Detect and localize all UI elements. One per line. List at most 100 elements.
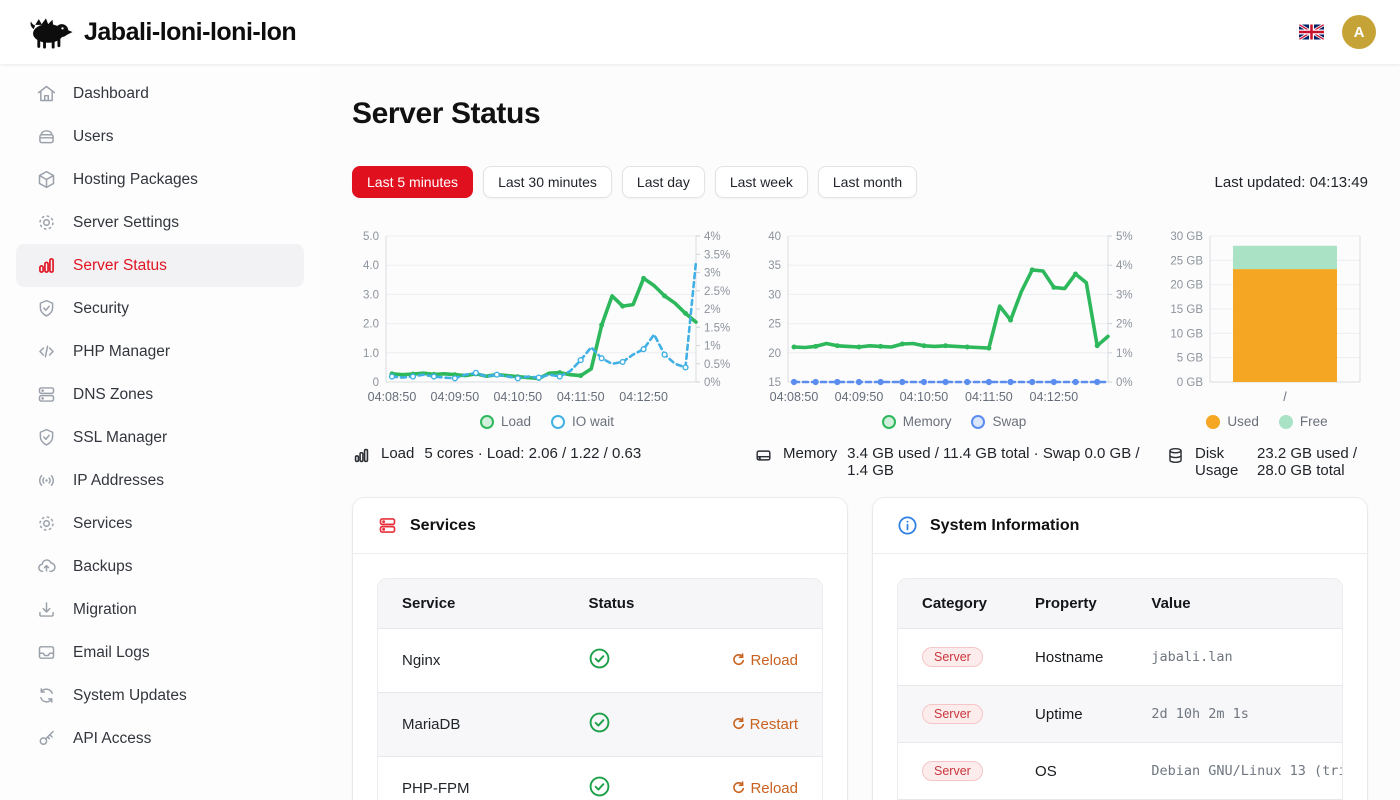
sidebar-item-hosting-packages[interactable]: Hosting Packages [16, 158, 304, 201]
property-name: Uptime [1011, 686, 1127, 743]
legend-load[interactable]: Load [480, 414, 531, 429]
table-row: PHP-FPM Reload [378, 757, 822, 800]
svg-text:30: 30 [768, 289, 781, 301]
category-badge: Server [922, 761, 983, 781]
svg-text:15: 15 [768, 377, 781, 389]
table-row: Nginx Reload [378, 629, 822, 693]
page-title: Server Status [352, 97, 1368, 131]
brand: Jabali-loni-loni-lon [28, 14, 296, 50]
filter-last-30-minutes[interactable]: Last 30 minutes [483, 166, 612, 198]
restart-button[interactable]: Restart [698, 693, 822, 757]
table-row: Server Uptime 2d 10h 2m 1s [898, 686, 1343, 743]
legend-swap[interactable]: Swap [971, 414, 1026, 429]
sidebar-item-ip-addresses[interactable]: IP Addresses [16, 459, 304, 502]
legend-used[interactable]: Used [1206, 414, 1259, 429]
svg-text:0.5%: 0.5% [704, 359, 730, 371]
sidebar-item-email-logs[interactable]: Email Logs [16, 631, 304, 674]
gear-icon [36, 513, 57, 534]
shield-check-icon [36, 298, 57, 319]
time-range-filter: Last 5 minutes Last 30 minutes Last day … [352, 166, 1368, 198]
svg-text:15 GB: 15 GB [1170, 304, 1203, 316]
info-icon [897, 515, 918, 536]
service-name: MariaDB [378, 693, 564, 757]
svg-text:4%: 4% [704, 231, 721, 243]
property-name: Hostname [1011, 629, 1127, 686]
svg-text:3%: 3% [704, 268, 721, 280]
load-chart-panel: 5.04.03.02.01.004%3.5%3%2.5%2%1.5%1%0.5%… [352, 224, 742, 479]
database-icon [1166, 446, 1185, 465]
sidebar-item-dns-zones[interactable]: DNS Zones [16, 373, 304, 416]
users-icon [36, 126, 57, 147]
svg-text:5%: 5% [1116, 231, 1133, 243]
reload-button[interactable]: Reload [698, 629, 822, 693]
svg-text:0%: 0% [704, 377, 721, 389]
svg-text:04:09:50: 04:09:50 [431, 390, 480, 404]
status-ok-icon [564, 693, 697, 757]
filter-last-day[interactable]: Last day [622, 166, 705, 198]
svg-text:/: / [1283, 390, 1287, 404]
svg-text:0: 0 [373, 377, 379, 389]
disk-chart-panel: 30 GB25 GB20 GB15 GB10 GB5 GB0 GB/ Used … [1166, 224, 1368, 479]
key-icon [36, 728, 57, 749]
svg-text:4.0: 4.0 [363, 260, 379, 272]
svg-text:2%: 2% [704, 304, 721, 316]
services-table: Service Status Nginx Reload [378, 579, 822, 800]
legend-free[interactable]: Free [1279, 414, 1328, 429]
services-card: Services Service Status [352, 497, 848, 800]
inbox-icon [36, 642, 57, 663]
sidebar-item-php-manager[interactable]: PHP Manager [16, 330, 304, 373]
refresh-icon [731, 653, 745, 667]
sidebar-item-security[interactable]: Security [16, 287, 304, 330]
sidebar-item-backups[interactable]: Backups [16, 545, 304, 588]
filter-last-week[interactable]: Last week [715, 166, 808, 198]
legend-io-wait[interactable]: IO wait [551, 414, 614, 429]
sidebar-item-ssl-manager[interactable]: SSL Manager [16, 416, 304, 459]
svg-text:10 GB: 10 GB [1170, 328, 1203, 340]
sidebar-item-services[interactable]: Services [16, 502, 304, 545]
memory-chart: 4035302520155%4%3%2%1%0%04:08:5004:09:50… [754, 224, 1154, 412]
sidebar-item-api-access[interactable]: API Access [16, 717, 304, 760]
sidebar-item-system-updates[interactable]: System Updates [16, 674, 304, 717]
sidebar-item-users[interactable]: Users [16, 115, 304, 158]
shield-check-icon [36, 427, 57, 448]
system-information-card-title: System Information [930, 517, 1079, 535]
reload-button[interactable]: Reload [698, 757, 822, 800]
svg-text:04:11:50: 04:11:50 [557, 390, 605, 404]
broadcast-icon [36, 470, 57, 491]
code-icon [36, 341, 57, 362]
sidebar: Dashboard Users Hosting Packages Server … [0, 64, 320, 800]
boar-logo-icon [28, 14, 74, 50]
server-stack-icon [377, 515, 398, 536]
status-ok-icon [564, 757, 697, 800]
svg-text:2%: 2% [1116, 319, 1133, 331]
legend-memory[interactable]: Memory [882, 414, 952, 429]
table-row: Server Hostname jabali.lan [898, 629, 1343, 686]
language-flag-icon[interactable] [1299, 24, 1324, 40]
sidebar-item-server-settings[interactable]: Server Settings [16, 201, 304, 244]
sidebar-item-server-status[interactable]: Server Status [16, 244, 304, 287]
filter-last-month[interactable]: Last month [818, 166, 917, 198]
svg-text:35: 35 [768, 260, 781, 272]
svg-text:40: 40 [768, 231, 781, 243]
table-row: Server OS Debian GNU/Linux 13 (trixie) [898, 743, 1343, 800]
svg-text:3.0: 3.0 [363, 289, 379, 301]
svg-text:4%: 4% [1116, 260, 1133, 272]
sidebar-item-dashboard[interactable]: Dashboard [16, 72, 304, 115]
main-content: Server Status Last 5 minutes Last 30 min… [320, 64, 1400, 800]
sidebar-item-migration[interactable]: Migration [16, 588, 304, 631]
app-title: Jabali-loni-loni-lon [84, 18, 296, 47]
svg-text:1%: 1% [704, 341, 721, 353]
refresh-icon [731, 781, 745, 795]
server-stack-icon [36, 384, 57, 405]
property-value: Debian GNU/Linux 13 (trixie) [1151, 763, 1343, 779]
load-chart: 5.04.03.02.01.004%3.5%3%2.5%2%1.5%1%0.5%… [352, 224, 742, 412]
svg-text:20: 20 [768, 348, 781, 360]
svg-text:0 GB: 0 GB [1177, 377, 1204, 389]
svg-text:2.0: 2.0 [363, 319, 379, 331]
property-name: OS [1011, 743, 1127, 800]
svg-text:25 GB: 25 GB [1170, 255, 1203, 267]
user-avatar[interactable]: A [1342, 15, 1376, 49]
svg-text:04:12:50: 04:12:50 [619, 390, 668, 404]
filter-last-5-minutes[interactable]: Last 5 minutes [352, 166, 473, 198]
disk-usage-chart: 30 GB25 GB20 GB15 GB10 GB5 GB0 GB/ [1166, 224, 1368, 412]
